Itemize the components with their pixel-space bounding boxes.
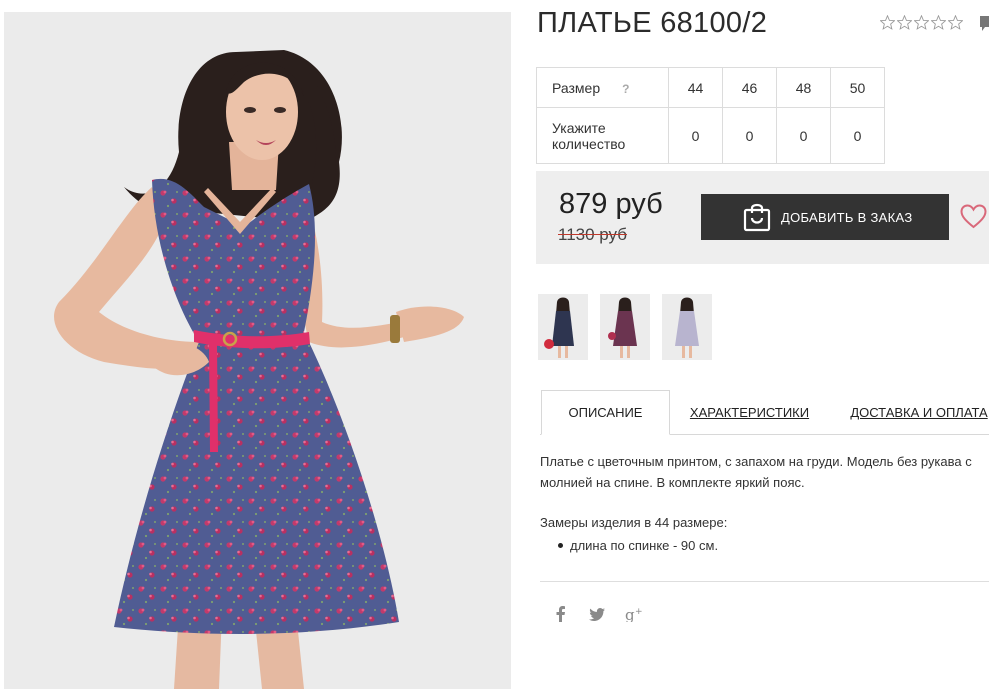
rating-stars[interactable] bbox=[880, 15, 963, 30]
size-header-cell: Размер? bbox=[536, 67, 669, 108]
heart-icon[interactable] bbox=[960, 204, 987, 229]
comment-icon[interactable] bbox=[980, 16, 989, 32]
old-price: 1130 руб bbox=[558, 225, 627, 244]
section-divider bbox=[540, 581, 989, 582]
quantity-field[interactable]: 0 bbox=[668, 107, 723, 164]
size-option[interactable]: 50 bbox=[830, 67, 885, 108]
size-option[interactable]: 48 bbox=[776, 67, 831, 108]
svg-text:g: g bbox=[625, 606, 635, 622]
thumb-dress-lilac[interactable] bbox=[662, 294, 712, 360]
tab-characteristics[interactable]: ХАРАКТЕРИСТИКИ bbox=[684, 390, 815, 435]
product-title: ПЛАТЬЕ 68100/2 bbox=[537, 7, 768, 39]
product-tabs: ОПИСАНИЕ ХАРАКТЕРИСТИКИ ДОСТАВКА И ОПЛАТ… bbox=[540, 390, 989, 435]
shopping-bag-icon bbox=[743, 203, 771, 232]
star-icon[interactable] bbox=[931, 15, 946, 30]
google-plus-icon: g + bbox=[625, 606, 643, 622]
thumbnail-image bbox=[538, 294, 588, 360]
measure-item: длина по спинке - 90 см. bbox=[540, 536, 718, 556]
star-icon[interactable] bbox=[897, 15, 912, 30]
measures-title: Замеры изделия в 44 размере: bbox=[540, 515, 728, 530]
size-option[interactable]: 44 bbox=[668, 67, 723, 108]
product-main-photo[interactable] bbox=[4, 12, 511, 689]
add-to-order-button[interactable]: ДОБАВИТЬ В ЗАКАЗ bbox=[701, 194, 949, 240]
thumbnail-image bbox=[600, 294, 650, 360]
twitter-icon bbox=[589, 607, 605, 621]
price-panel: 879 руб 1130 руб ДОБАВИТЬ В ЗАКАЗ bbox=[536, 171, 989, 264]
twitter-share[interactable] bbox=[588, 603, 606, 625]
quantity-field[interactable]: 0 bbox=[722, 107, 777, 164]
google-plus-share[interactable]: g + bbox=[624, 603, 646, 625]
thumb-dress-navy[interactable] bbox=[538, 294, 588, 360]
quantity-field[interactable]: 0 bbox=[830, 107, 885, 164]
tab-delivery-payment[interactable]: ДОСТАВКА И ОПЛАТА bbox=[849, 390, 989, 435]
facebook-share[interactable] bbox=[552, 603, 568, 625]
size-help-icon[interactable]: ? bbox=[622, 82, 629, 96]
measures-list: длина по спинке - 90 см. bbox=[540, 536, 718, 556]
current-price: 879 руб bbox=[559, 188, 663, 220]
size-row: Размер? 44 46 48 50 bbox=[536, 67, 885, 108]
facebook-icon bbox=[556, 606, 565, 622]
star-icon[interactable] bbox=[948, 15, 963, 30]
thumb-dress-print-red[interactable] bbox=[600, 294, 650, 360]
quantity-field[interactable]: 0 bbox=[776, 107, 831, 164]
quantity-label: Укажите количество bbox=[536, 107, 669, 164]
product-description: Платье с цветочным принтом, с запахом на… bbox=[540, 454, 972, 490]
tab-description[interactable]: ОПИСАНИЕ bbox=[541, 390, 670, 435]
size-quantity-table: Размер? 44 46 48 50 Укажите количество 0… bbox=[536, 67, 885, 164]
svg-text:+: + bbox=[635, 607, 643, 617]
add-to-order-label: ДОБАВИТЬ В ЗАКАЗ bbox=[781, 209, 913, 225]
model-in-dress-illustration bbox=[54, 50, 464, 689]
star-icon[interactable] bbox=[914, 15, 929, 30]
star-icon[interactable] bbox=[880, 15, 895, 30]
size-label: Размер bbox=[552, 79, 601, 96]
quantity-row: Укажите количество 0 0 0 0 bbox=[536, 107, 885, 164]
thumbnail-image bbox=[662, 294, 712, 360]
size-option[interactable]: 46 bbox=[722, 67, 777, 108]
